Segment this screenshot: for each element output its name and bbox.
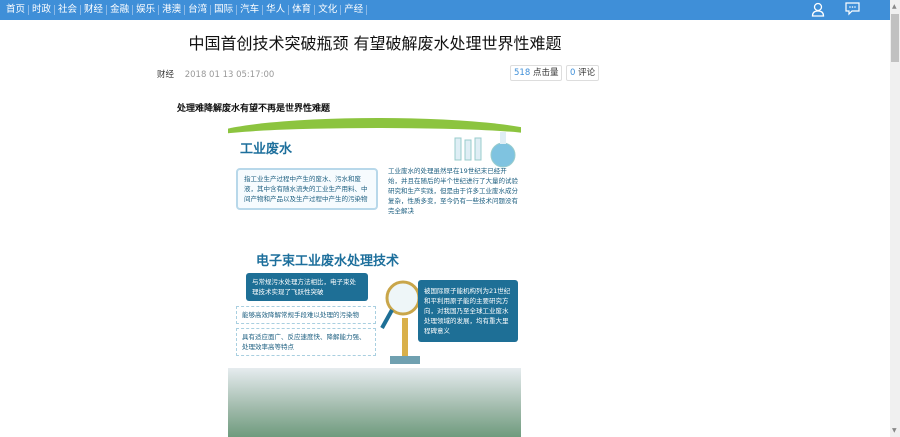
comment-label: 评论 <box>578 68 596 78</box>
click-count: 518 <box>514 68 531 78</box>
facility-illustration <box>228 368 521 437</box>
feature-2: 具有适应面广、反应速度快、降解能力强、处理效率高等特点 <box>236 328 376 356</box>
user-icon[interactable] <box>811 2 825 17</box>
message-icon[interactable] <box>845 2 860 16</box>
nav-item[interactable]: 国际 <box>211 5 238 15</box>
nav-item[interactable]: 文化 <box>315 5 342 15</box>
nav-item[interactable]: 台湾 <box>185 5 212 15</box>
infographic-image: 工业废水 指工业生产过程中产生的废水、污水和废液，其中含有随水流失的工业生产用料… <box>228 118 521 437</box>
article-category[interactable]: 财经 <box>157 70 174 80</box>
click-label: 点击量 <box>532 68 559 78</box>
top-nav: 首页 时政 社会 财经 金融 娱乐 港澳 台湾 国际 汽车 华人 体育 文化 产… <box>0 0 890 20</box>
scroll-down-icon[interactable]: ▼ <box>892 427 897 434</box>
comment-count: 0 <box>570 68 576 78</box>
scroll-up-icon[interactable]: ▲ <box>892 3 897 10</box>
nav-item[interactable]: 港澳 <box>159 5 186 15</box>
nav-item[interactable]: 娱乐 <box>133 5 160 15</box>
flask-icon <box>454 132 516 168</box>
article-date: 2018 01 13 05:17:00 <box>184 70 275 80</box>
nav-item[interactable]: 产经 <box>341 5 368 15</box>
nav-item[interactable]: 华人 <box>263 5 290 15</box>
feature-1: 能够高效降解常规手段难以处理的污染物 <box>236 306 376 324</box>
nav-item[interactable]: 汽车 <box>237 5 264 15</box>
history-text: 工业废水的处理虽然早在19世纪末已经开始，并且在随后的半个世纪进行了大量的试验研… <box>388 167 518 215</box>
nav-item[interactable]: 首页 <box>3 5 30 15</box>
article-meta: 财经 2018 01 13 05:17:00 <box>157 68 274 80</box>
nav-item[interactable]: 金融 <box>107 5 134 15</box>
nav-item[interactable]: 社会 <box>55 5 82 15</box>
infographic-heading-2: 电子束工业废水处理技术 <box>256 254 400 269</box>
definition-box: 指工业生产过程中产生的废水、污水和废液，其中含有随水流失的工业生产用料、中间产物… <box>236 168 378 210</box>
scrollbar[interactable]: ▲ ▼ <box>890 0 900 437</box>
scrollbar-thumb[interactable] <box>891 14 899 62</box>
nav-item[interactable]: 财经 <box>81 5 108 15</box>
breakthrough-box: 与常规污水处理方法相比，电子束处理技术实现了飞跃性突破 <box>246 273 368 301</box>
article-title: 中国首创技术突破瓶颈 有望破解废水处理世界性难题 <box>188 34 562 53</box>
article-subtitle: 处理难降解废水有望不再是世界性难题 <box>177 104 331 114</box>
significance-box: 被国际原子能机构列为21世纪和平利用原子能的主要研究方向，对我国乃至全球工业废水… <box>418 280 518 342</box>
comment-count-button[interactable]: 0 评论 <box>566 65 600 81</box>
click-count-badge: 518 点击量 <box>510 65 563 81</box>
nav-item[interactable]: 体育 <box>289 5 316 15</box>
infographic-heading-1: 工业废水 <box>240 142 293 157</box>
nav-item[interactable]: 时政 <box>29 5 56 15</box>
